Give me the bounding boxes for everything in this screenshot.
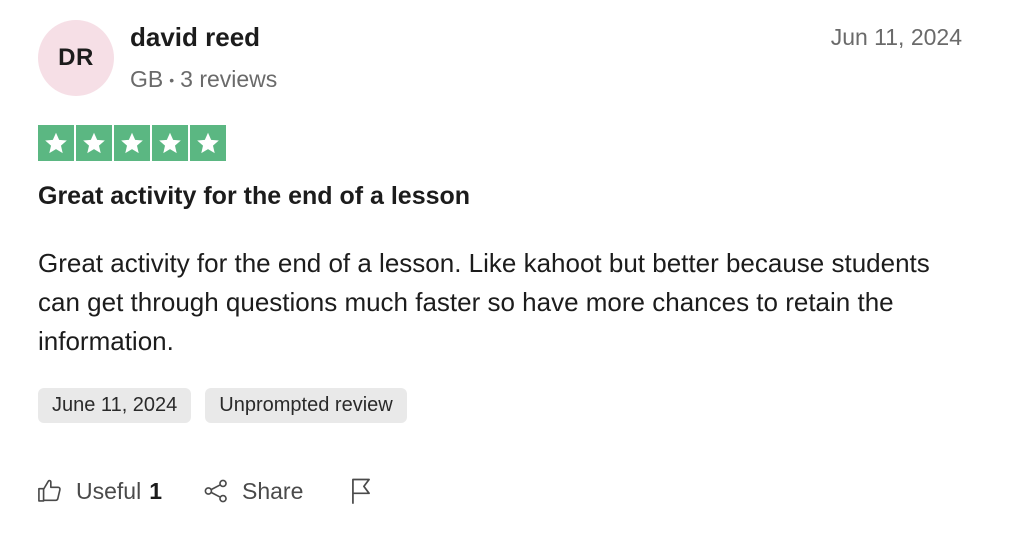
review-date: Jun 11, 2024 [830, 24, 962, 50]
report-button[interactable] [347, 476, 375, 506]
useful-button[interactable]: Useful 1 [36, 477, 162, 505]
useful-label: Useful [76, 477, 142, 504]
reviewer-meta: GB • 3 reviews [130, 66, 277, 93]
reviewer-country: GB [130, 66, 164, 92]
star-icon [152, 125, 188, 161]
review-title: Great activity for the end of a lesson [38, 182, 471, 210]
star-icon [76, 125, 112, 161]
reviewer-name[interactable]: david reed [130, 22, 260, 53]
star-rating [38, 125, 226, 161]
tag-experience-date: June 11, 2024 [38, 388, 192, 423]
reviewer-review-count: 3 reviews [180, 66, 278, 92]
avatar[interactable]: DR [38, 20, 114, 96]
tag-unprompted-review[interactable]: Unprompted review [205, 388, 407, 423]
meta-separator: • [169, 71, 175, 88]
share-button[interactable]: Share [202, 477, 303, 505]
review-actions: Useful 1 Share [36, 476, 375, 506]
share-label: Share [242, 477, 304, 504]
review-card: DR david reed GB • 3 reviews Jun 11, 202… [0, 0, 1024, 549]
star-icon [114, 125, 150, 161]
share-icon [202, 477, 230, 505]
review-body: Great activity for the end of a lesson. … [38, 248, 930, 356]
star-icon [38, 125, 74, 161]
thumbs-up-icon [36, 477, 64, 505]
flag-icon [347, 476, 375, 506]
review-tags: June 11, 2024 Unprompted review [38, 388, 407, 423]
star-icon [190, 125, 226, 161]
useful-count: 1 [149, 477, 162, 504]
